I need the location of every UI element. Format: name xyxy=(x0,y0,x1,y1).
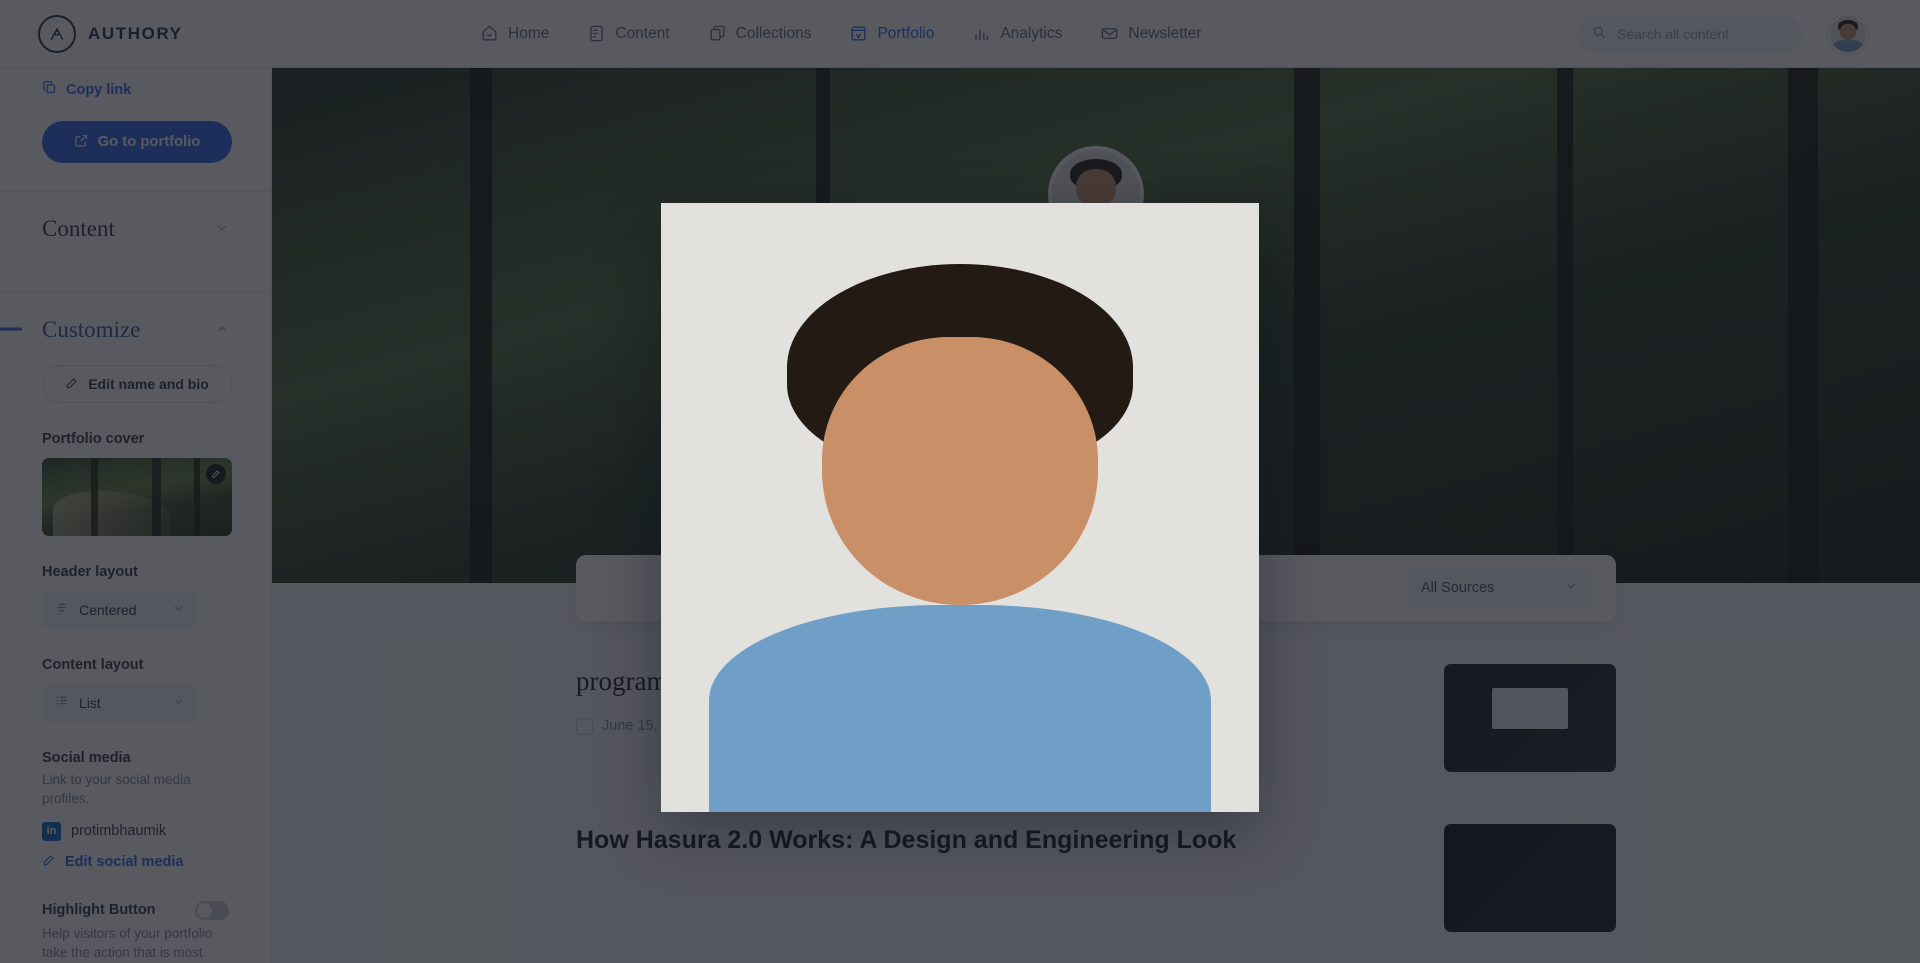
profile-picture-preview xyxy=(661,203,1259,813)
app-root: AUTHORY Home xyxy=(0,0,1920,963)
edit-display-name-and-bio-dialog: Edit display name and bio Profile pictur… xyxy=(661,203,1259,813)
profile-picture-row: Change Delete xyxy=(661,203,1259,813)
